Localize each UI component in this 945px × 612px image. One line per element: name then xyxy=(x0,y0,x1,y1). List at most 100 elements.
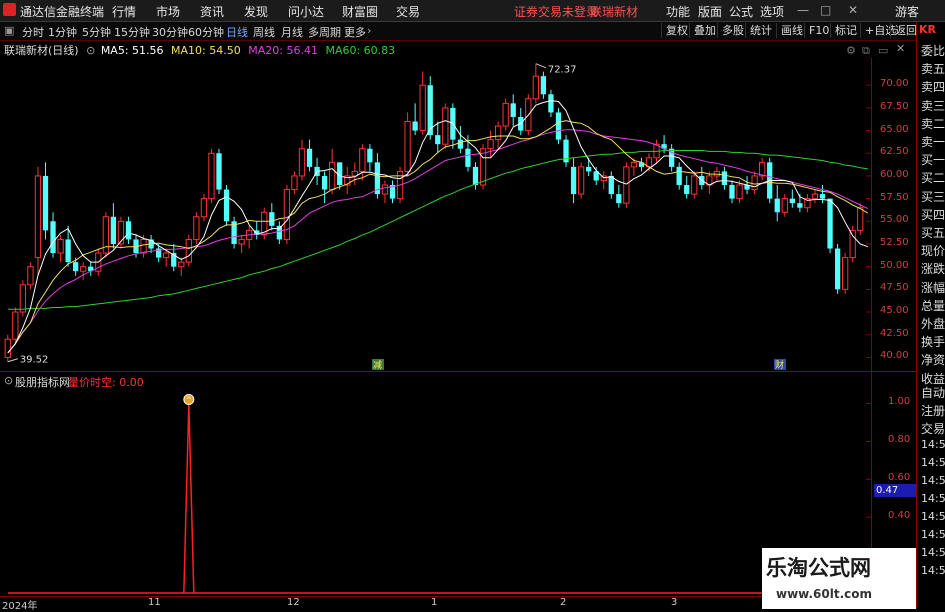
candle-body xyxy=(781,198,788,213)
indicator-name: 股朋指标网 xyxy=(15,376,70,389)
more-chevron-icon[interactable]: › xyxy=(367,24,371,37)
event-marker-reduce: 减 xyxy=(373,359,382,371)
menu-market-quotes[interactable]: 行情 xyxy=(112,3,136,20)
panel-action-item[interactable]: 自动 xyxy=(921,384,945,401)
tool-draw[interactable]: 画线 xyxy=(776,23,807,38)
chart-popout-icon[interactable]: ⧉ xyxy=(862,44,870,58)
candle-body xyxy=(4,338,11,358)
candle-body xyxy=(367,148,373,163)
menu-news[interactable]: 资讯 xyxy=(200,3,224,20)
trade-time: 14:5 xyxy=(921,528,945,541)
menu-trade[interactable]: 交易 xyxy=(396,3,420,20)
low-price-label: 39.52 xyxy=(20,355,49,366)
period-intraday[interactable]: 分时 xyxy=(22,24,44,40)
candle-body xyxy=(193,216,200,240)
candle-body xyxy=(608,175,614,195)
panel-action-item[interactable]: 注册 xyxy=(921,402,945,419)
quote-field-label: 卖五 xyxy=(921,62,945,77)
panel-toggle-icon[interactable]: ▣ xyxy=(4,24,14,37)
period-weekly[interactable]: 周线 xyxy=(253,24,275,40)
candle-body xyxy=(729,185,735,199)
candlestick-chart[interactable]: 72.37 39.52 减 财 xyxy=(0,58,916,371)
price-tick-label: 52.50 xyxy=(880,236,909,248)
period-1min[interactable]: 1分钟 xyxy=(48,24,77,40)
quote-field-label: 买一 xyxy=(921,153,945,168)
candle-body xyxy=(548,94,554,113)
ma60-line xyxy=(7,150,868,310)
period-monthly[interactable]: 月线 xyxy=(281,24,303,40)
trade-time: 14:5 xyxy=(921,474,945,487)
tool-mark[interactable]: 标记 xyxy=(830,23,861,38)
panel-action-item[interactable]: 交易 xyxy=(921,420,945,437)
candle-body xyxy=(487,139,494,150)
candle-body xyxy=(494,125,502,141)
menu-options[interactable]: 选项 xyxy=(760,3,784,20)
quote-field-label: 现价 xyxy=(921,244,945,259)
trade-time: 14:5 xyxy=(921,456,945,469)
indicator-tick-label: 0.40 xyxy=(888,510,911,522)
candle-body xyxy=(27,266,34,286)
ma20-label: MA20: 56.41 xyxy=(248,44,318,57)
candle-body xyxy=(216,153,222,190)
candle-body xyxy=(570,166,577,195)
quote-field-label: 买五 xyxy=(921,226,945,240)
tool-overlay[interactable]: 叠加 xyxy=(689,23,720,38)
candle-body xyxy=(676,166,682,186)
app-logo-icon xyxy=(3,3,16,16)
candle-body xyxy=(34,175,42,259)
candle-body xyxy=(42,175,49,231)
menu-formula[interactable]: 公式 xyxy=(729,3,753,20)
period-60min[interactable]: 60分钟 xyxy=(188,24,224,40)
menu-discover[interactable]: 发现 xyxy=(244,3,268,20)
candle-body xyxy=(163,252,170,259)
candle-body xyxy=(178,261,185,268)
tool-f10[interactable]: F10 xyxy=(804,23,833,38)
period-15min[interactable]: 15分钟 xyxy=(114,24,150,40)
period-daily[interactable]: 日线 xyxy=(226,24,248,40)
tool-stats[interactable]: 统计 xyxy=(745,23,776,38)
menu-functions[interactable]: 功能 xyxy=(666,3,690,20)
menu-market[interactable]: 市场 xyxy=(156,3,180,20)
guest-label[interactable]: 游客 xyxy=(895,3,919,20)
main-chart-header: 联瑞新材(日线) ⊙ MA5: 51.56 MA10: 54.50 MA20: … xyxy=(4,42,395,58)
candle-body xyxy=(457,139,464,149)
candle-body xyxy=(819,194,826,199)
candle-body xyxy=(12,311,19,340)
event-marker-finance: 财 xyxy=(775,359,784,371)
login-notice[interactable]: 证券交易未登录 xyxy=(514,3,598,20)
candle-body xyxy=(110,216,117,244)
period-multi[interactable]: 多周期 xyxy=(308,24,341,40)
candle-body xyxy=(834,248,841,290)
candle-body xyxy=(306,148,313,167)
candle-body xyxy=(269,212,275,226)
chart-settings-icon[interactable]: ⊙ xyxy=(86,44,95,57)
minimize-icon[interactable]: — xyxy=(797,3,809,17)
menu-layout[interactable]: 版面 xyxy=(698,3,722,20)
candle-body xyxy=(442,107,449,145)
maximize-icon[interactable]: □ xyxy=(820,3,831,17)
candle-body xyxy=(276,225,282,240)
chart-settings-gear-icon[interactable]: ⚙ xyxy=(846,44,856,57)
quote-field-label: 涨跌 xyxy=(921,262,945,277)
chart-pin-icon[interactable]: ▭ xyxy=(878,44,888,57)
panel-divider xyxy=(0,371,916,372)
period-more[interactable]: 更多 xyxy=(344,24,366,40)
top-menu-bar: 通达信金融终端 行情 市场 资讯 发现 问小达 财富圈 交易 证券交易未登录 联… xyxy=(0,0,945,22)
quote-field-label: 卖二 xyxy=(921,116,945,131)
quote-field-label: 净资 xyxy=(921,353,945,368)
tool-multi-stock[interactable]: 多股 xyxy=(717,23,748,38)
candle-body xyxy=(789,198,795,204)
close-icon[interactable]: ✕ xyxy=(848,3,858,17)
candle-body xyxy=(321,175,328,190)
menu-wealth-circle[interactable]: 财富圈 xyxy=(342,3,378,20)
period-5min[interactable]: 5分钟 xyxy=(82,24,111,40)
tool-adjust[interactable]: 复权 xyxy=(661,23,692,38)
candle-body xyxy=(298,148,306,177)
chart-close-icon[interactable]: ✕ xyxy=(896,42,905,55)
indicator-settings-icon[interactable]: ⊙ xyxy=(4,374,13,387)
menu-ask[interactable]: 问小达 xyxy=(288,3,324,20)
candle-body xyxy=(465,148,471,167)
candle-body xyxy=(140,238,147,254)
quote-field-label: 委比 xyxy=(921,44,945,58)
period-30min[interactable]: 30分钟 xyxy=(152,24,188,40)
